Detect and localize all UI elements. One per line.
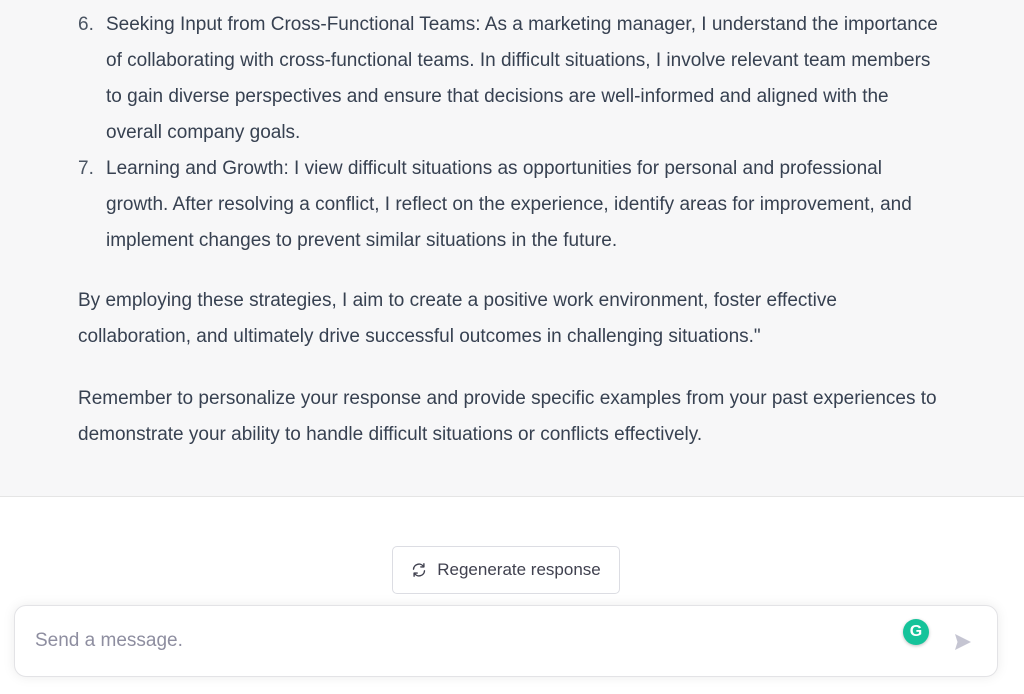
- strategy-list: 6. Seeking Input from Cross-Functional T…: [78, 7, 938, 259]
- closing-paragraph: By employing these strategies, I aim to …: [78, 290, 837, 347]
- regenerate-response-button[interactable]: Regenerate response: [392, 546, 620, 594]
- grammarly-icon[interactable]: G: [903, 619, 929, 645]
- list-item-text: Learning and Growth: I view difficult si…: [106, 158, 912, 251]
- list-item: 6. Seeking Input from Cross-Functional T…: [78, 7, 938, 151]
- send-icon: [955, 634, 971, 650]
- message-input[interactable]: [35, 626, 875, 656]
- message-composer: G: [14, 605, 998, 677]
- refresh-icon: [413, 563, 426, 577]
- regenerate-response-label: Regenerate response: [437, 560, 601, 579]
- list-item: 7. Learning and Growth: I view difficult…: [78, 151, 938, 259]
- send-button[interactable]: [949, 628, 977, 656]
- reminder-paragraph: Remember to personalize your response an…: [78, 388, 937, 445]
- list-item-text: Seeking Input from Cross-Functional Team…: [106, 14, 938, 143]
- grammarly-letter: G: [909, 623, 923, 640]
- list-item-number: 6.: [78, 14, 94, 35]
- list-item-number: 7.: [78, 158, 94, 179]
- assistant-response: 6. Seeking Input from Cross-Functional T…: [0, 0, 1024, 497]
